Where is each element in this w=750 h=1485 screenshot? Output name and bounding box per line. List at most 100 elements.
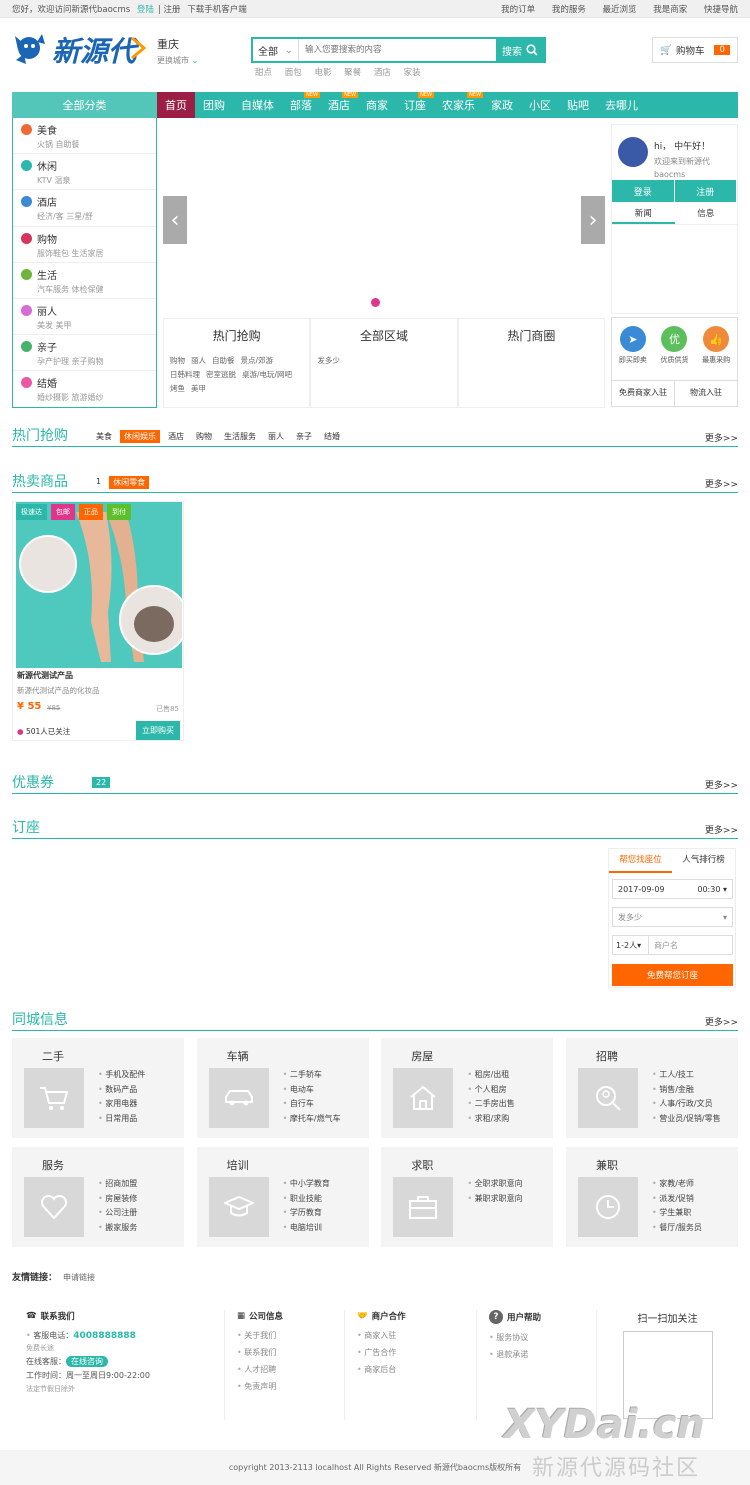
hot-buy-link[interactable]: 密室逃脱 — [206, 370, 236, 379]
city-link[interactable]: 二手轿车 — [283, 1068, 341, 1083]
footer-link[interactable]: 联系我们 — [237, 1344, 334, 1361]
tag[interactable]: 休闲零食 — [109, 476, 150, 489]
my-service-link[interactable]: 我的服务 — [552, 5, 586, 15]
service-item[interactable]: ➤ 即买即卖 — [619, 326, 647, 365]
hotword[interactable]: 面包 — [285, 68, 302, 78]
tab-news[interactable]: 新闻 — [612, 205, 675, 224]
city-link[interactable]: 租房/出租 — [467, 1068, 514, 1083]
search-category-select[interactable]: 全部 ⌄ — [253, 39, 299, 61]
city-link[interactable]: 学生兼职 — [652, 1206, 702, 1221]
tag[interactable]: 购物 — [192, 430, 216, 443]
my-orders-link[interactable]: 我的订单 — [501, 5, 535, 15]
city-link[interactable]: 摩托车/燃气车 — [283, 1112, 341, 1127]
footer-link[interactable]: 关于我们 — [237, 1327, 334, 1344]
category-item[interactable]: 休闲 KTV 温泉 — [13, 154, 156, 191]
city-link[interactable]: 全职求职意向 — [467, 1177, 523, 1192]
tag[interactable]: 休闲娱乐 — [120, 430, 160, 443]
nav-item-home[interactable]: 首页 — [157, 92, 195, 118]
city-selector[interactable]: 重庆 更换城市 ⌄ — [157, 36, 198, 66]
more-link[interactable]: 更多>> — [705, 477, 738, 490]
tag[interactable]: 生活服务 — [220, 430, 260, 443]
register-link[interactable]: 注册 — [164, 5, 181, 15]
city-link[interactable]: 人事/行政/文员 — [652, 1097, 721, 1112]
city-link[interactable]: 学历教育 — [283, 1206, 330, 1221]
page-number[interactable]: 1 — [92, 476, 105, 489]
banner-carousel[interactable]: ‹ › — [163, 118, 605, 314]
nav-item-housekeeping[interactable]: 家政 — [483, 92, 521, 118]
footer-link[interactable]: 人才招聘 — [237, 1361, 334, 1378]
nav-item-shop[interactable]: 商家 — [358, 92, 396, 118]
hot-buy-link[interactable]: 购物 — [170, 356, 185, 365]
logistics-join-link[interactable]: 物流入驻 — [675, 381, 737, 406]
category-item[interactable]: 酒店 经济/客 三星/舒 — [13, 190, 156, 227]
people-select[interactable]: 1-2人 ▾ — [613, 936, 649, 954]
register-button[interactable]: 注册 — [674, 180, 737, 202]
nav-item-forum[interactable]: 贴吧 — [559, 92, 597, 118]
category-item[interactable]: 亲子 孕产护理 亲子购物 — [13, 335, 156, 372]
footer-link[interactable]: 退款承诺 — [489, 1346, 596, 1363]
footer-link[interactable]: 商家入驻 — [357, 1327, 474, 1344]
city-link[interactable]: 派发/促销 — [652, 1192, 702, 1207]
hot-buy-link[interactable]: 丽人 — [191, 356, 206, 365]
city-link[interactable]: 电动车 — [283, 1083, 341, 1098]
hot-buy-link[interactable]: 景点/郊游 — [241, 356, 274, 365]
city-link[interactable]: 家用电器 — [98, 1097, 145, 1112]
date-time-picker[interactable]: 2017-09-09 00:30 ▾ — [612, 879, 733, 899]
city-link[interactable]: 兼职求职意向 — [467, 1192, 523, 1207]
login-link[interactable]: 登陆 — [137, 5, 154, 15]
nav-item-where[interactable]: 去哪儿 — [597, 92, 646, 118]
hotword[interactable]: 家装 — [404, 68, 421, 78]
nav-item-media[interactable]: 自媒体 — [233, 92, 282, 118]
area-select[interactable]: 发多少 ▾ — [612, 907, 733, 927]
cart-button[interactable]: 🛒 购物车 0 — [652, 37, 738, 63]
graduation-cap-icon[interactable] — [208, 1177, 269, 1237]
tag[interactable]: 美食 — [92, 430, 116, 443]
nav-item-hotel[interactable]: 酒店 NEW — [320, 92, 358, 118]
area-link[interactable]: 发多少 — [317, 356, 340, 365]
service-item[interactable]: 优优质供货 — [660, 326, 688, 365]
quick-nav-link[interactable]: 快捷导航 — [704, 5, 738, 15]
city-link[interactable]: 公司注册 — [98, 1206, 137, 1221]
cart-icon[interactable] — [24, 1068, 84, 1128]
service-item[interactable]: 👍 最惠采购 — [702, 326, 730, 365]
city-link[interactable]: 数码产品 — [98, 1083, 145, 1098]
tag[interactable]: 酒店 — [164, 430, 188, 443]
apply-link[interactable]: 申请链接 — [63, 1273, 95, 1282]
hot-buy-link[interactable]: 烤鱼 — [170, 384, 185, 393]
carousel-dot[interactable] — [371, 298, 380, 307]
heart-icon[interactable] — [24, 1177, 84, 1237]
hotword[interactable]: 聚餐 — [344, 68, 361, 78]
hot-buy-link[interactable]: 美甲 — [191, 384, 206, 393]
city-link[interactable]: 日常用品 — [98, 1112, 145, 1127]
nav-item-community[interactable]: 小区 — [521, 92, 559, 118]
category-item[interactable]: 购物 服饰鞋包 生活家居 — [13, 227, 156, 263]
footer-link[interactable]: 商家后台 — [357, 1361, 474, 1378]
tag[interactable]: 结婚 — [320, 430, 344, 443]
city-link[interactable]: 工人/技工 — [652, 1068, 721, 1083]
carousel-prev-button[interactable]: ‹ — [163, 196, 187, 244]
carousel-next-button[interactable]: › — [581, 196, 605, 244]
city-link[interactable]: 中小学教育 — [283, 1177, 330, 1192]
merchant-join-link[interactable]: 免费商家入驻 — [612, 381, 675, 406]
city-link[interactable]: 搬家服务 — [98, 1221, 137, 1236]
tab-info[interactable]: 信息 — [675, 205, 738, 224]
magnifier-person-icon[interactable] — [577, 1068, 638, 1128]
product-image[interactable] — [16, 502, 182, 668]
nav-item-tribe[interactable]: 部落 NEW — [282, 92, 320, 118]
city-link[interactable]: 自行车 — [283, 1097, 341, 1112]
city-link[interactable]: 房屋装修 — [98, 1192, 137, 1207]
city-link[interactable]: 二手房出售 — [467, 1097, 515, 1112]
car-icon[interactable] — [208, 1068, 269, 1128]
search-button[interactable]: 搜索 — [496, 39, 544, 61]
city-link[interactable]: 销售/金融 — [652, 1083, 721, 1098]
tab-ranking[interactable]: 人气排行榜 — [672, 849, 735, 873]
city-link[interactable]: 营业员/促销/零售 — [652, 1112, 720, 1127]
shop-name-input[interactable]: 商户名 — [649, 940, 732, 951]
change-city-link[interactable]: 更换城市 — [157, 56, 189, 65]
nav-item-booking[interactable]: 订座 NEW — [396, 92, 434, 118]
nav-item-group[interactable]: 团购 — [195, 92, 233, 118]
hot-buy-link[interactable]: 桌游/电玩/网吧 — [242, 370, 292, 379]
nav-item-farm[interactable]: 农家乐 NEW — [434, 92, 483, 118]
category-item[interactable]: 丽人 美发 美甲 — [13, 299, 156, 336]
more-link[interactable]: 更多>> — [705, 778, 738, 791]
